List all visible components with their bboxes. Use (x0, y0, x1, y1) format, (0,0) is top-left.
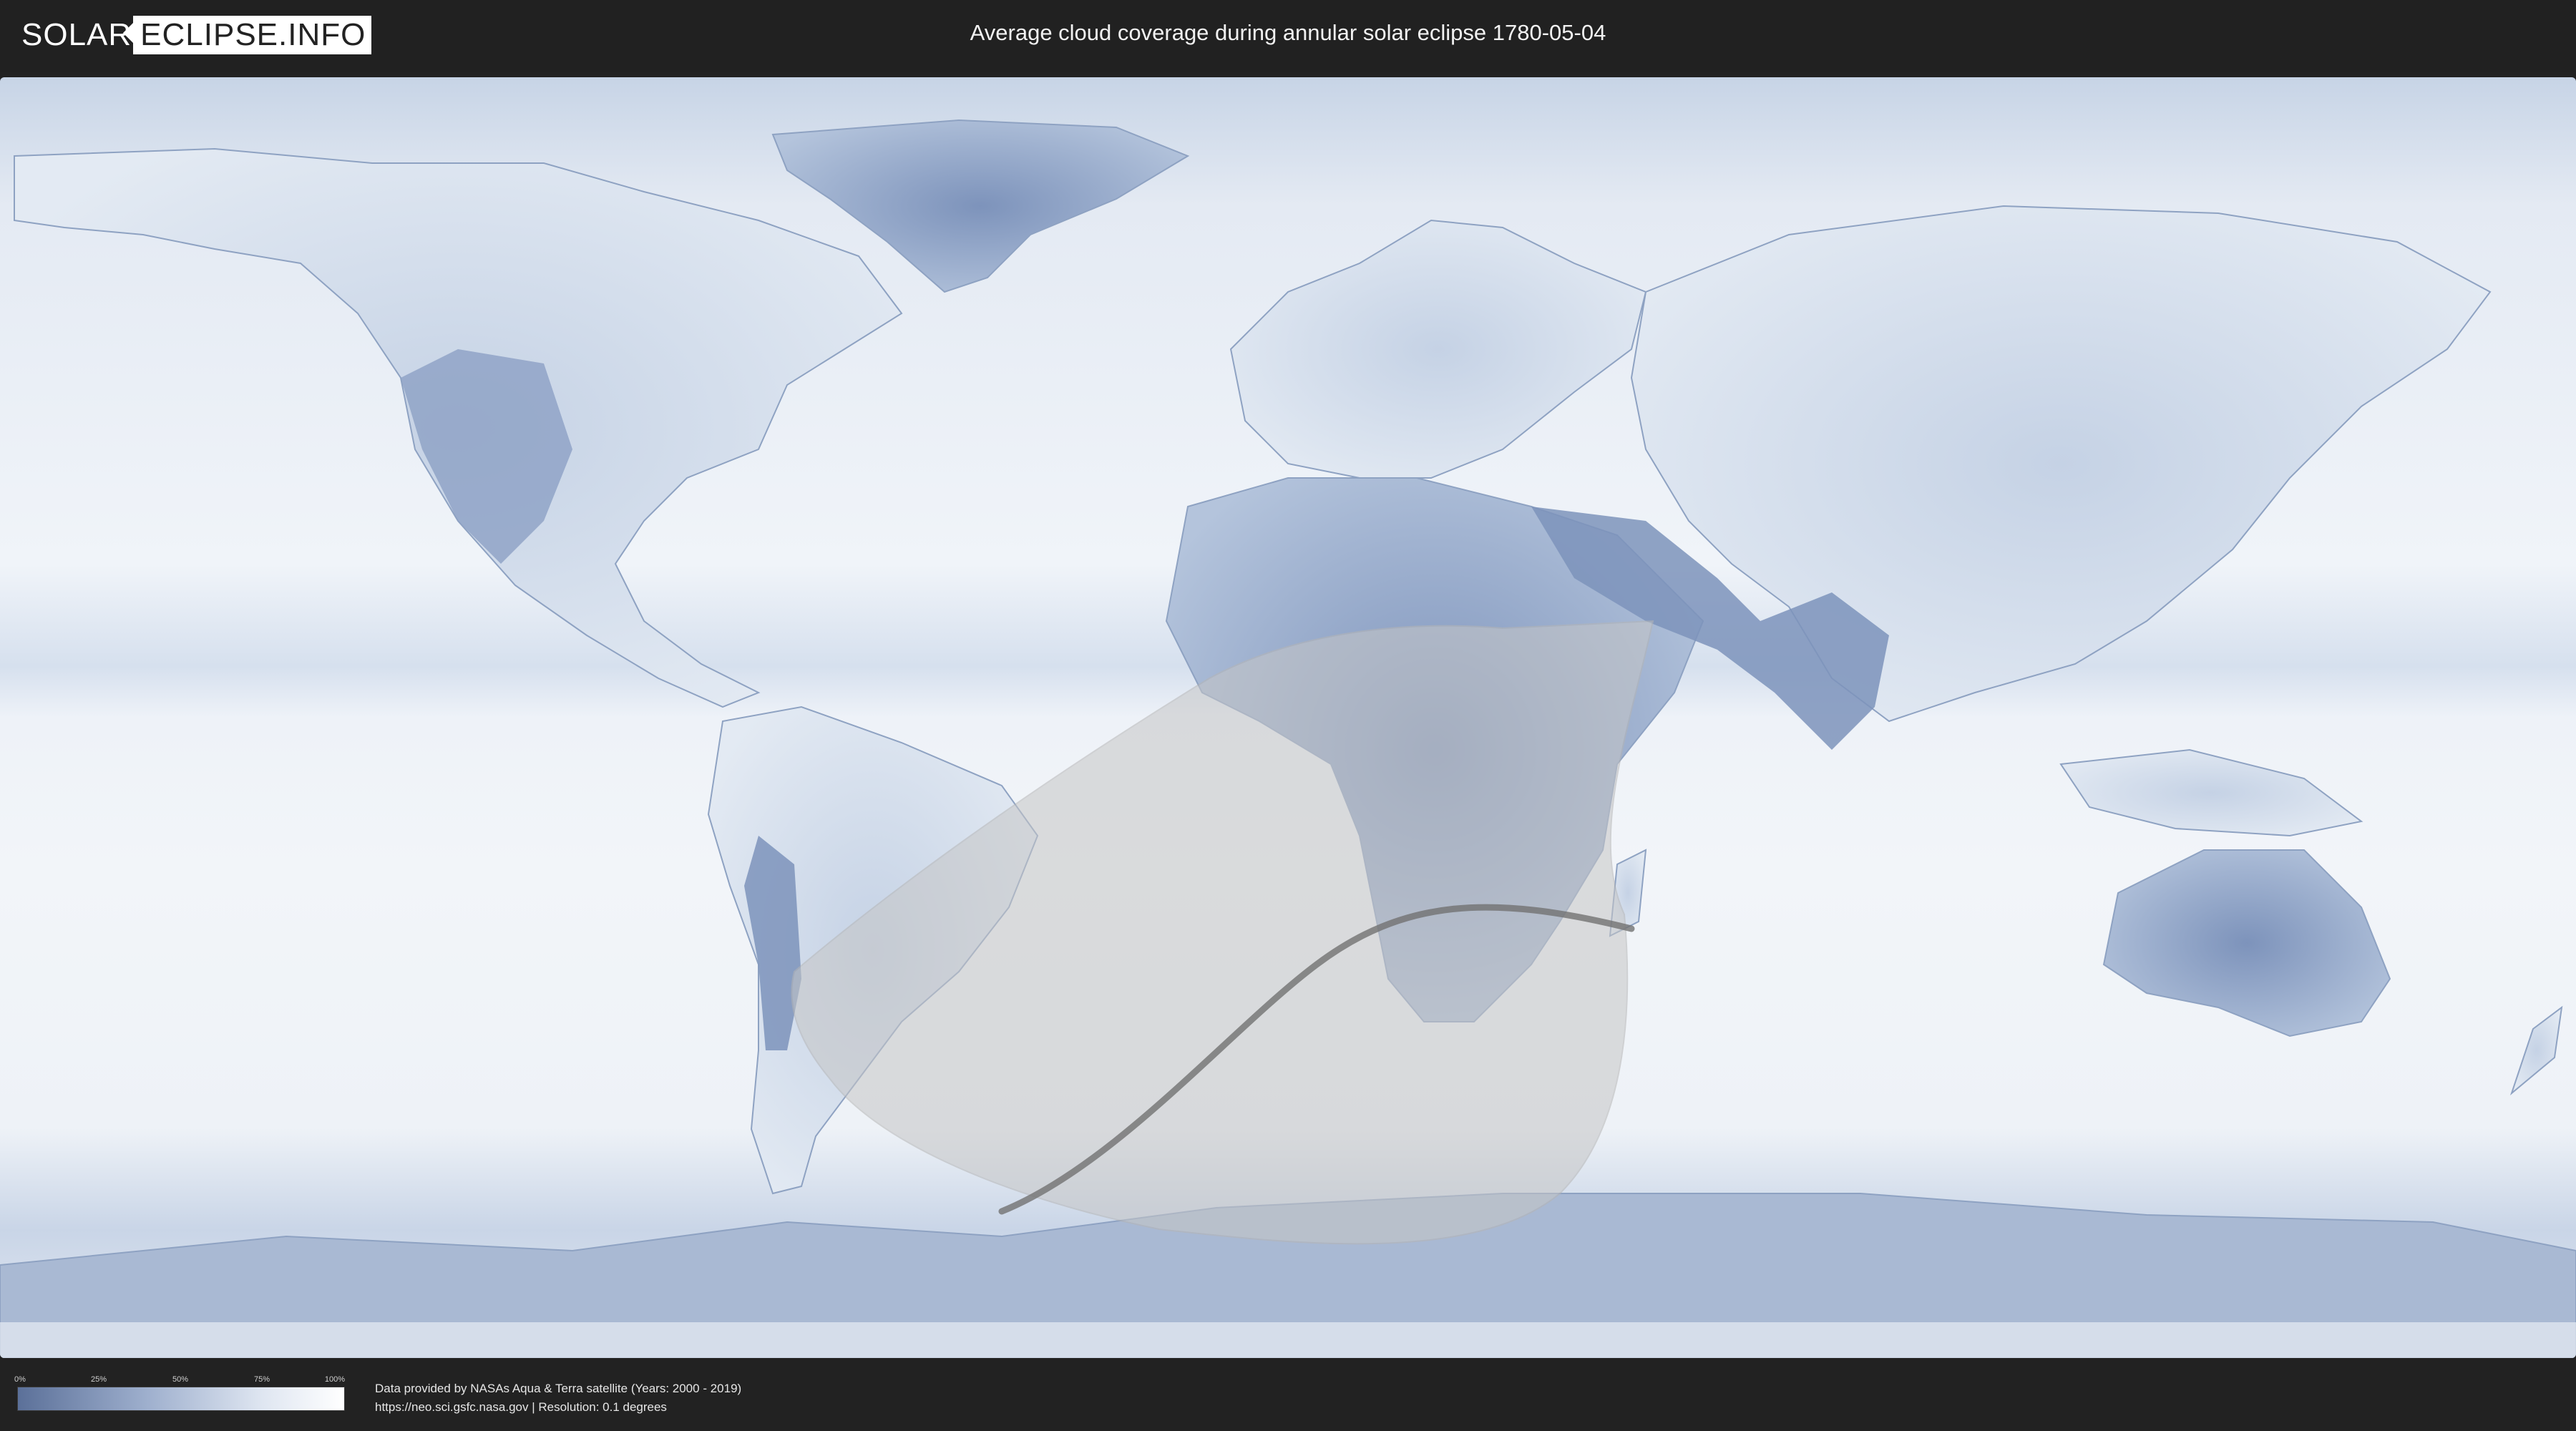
data-credits: Data provided by NASAs Aqua & Terra sate… (375, 1379, 741, 1417)
legend-tick-row: 0% 25% 50% 75% 100% (14, 1375, 346, 1387)
credits-source: Data provided by NASAs Aqua & Terra sate… (375, 1382, 742, 1395)
legend-tick: 0% (14, 1375, 26, 1384)
cloud-coverage-legend: 0% 25% 50% 75% 100% (14, 1375, 346, 1411)
antarctic-haze (0, 1322, 2576, 1358)
legend-tick: 100% (324, 1375, 346, 1384)
credits-url[interactable]: https://neo.sci.gsfc.nasa.gov | Resoluti… (375, 1398, 741, 1417)
legend-tick: 75% (253, 1375, 270, 1384)
header-bar: SOLAR ECLIPSE.INFO Average cloud coverag… (0, 0, 2576, 72)
legend-tick: 50% (172, 1375, 189, 1384)
legend-color-scale (17, 1387, 345, 1411)
page-title: Average cloud coverage during annular so… (970, 20, 1606, 45)
legend-tick: 25% (90, 1375, 107, 1384)
cloud-coverage-map (0, 77, 2576, 1358)
